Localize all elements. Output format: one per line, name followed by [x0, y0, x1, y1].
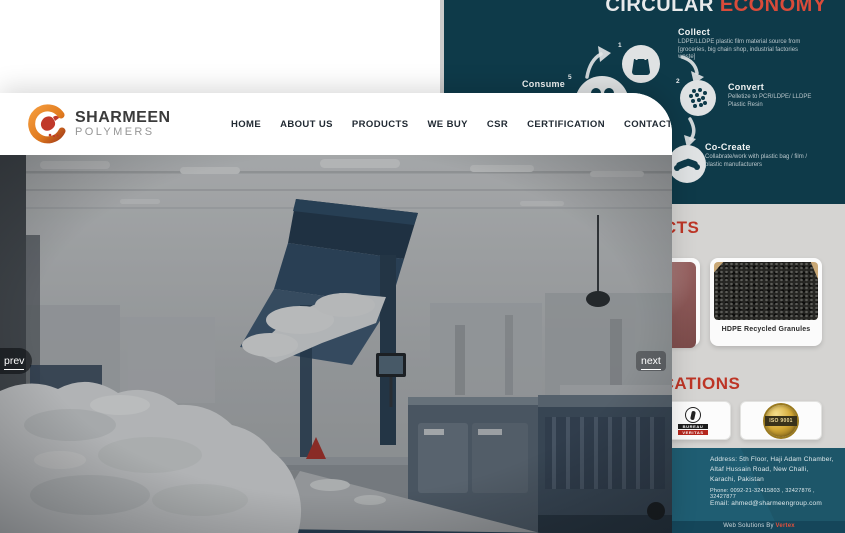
footer-address: Address: 5th Floor, Haji Adam Chamber, A…	[710, 455, 836, 485]
bv-line2: VERITAS	[678, 430, 708, 435]
step-cocreate-desc: Collabrate/work with plastic bag / film …	[705, 154, 813, 169]
bag-icon	[622, 45, 660, 83]
iso-9001-badge-icon: ISO 9001	[765, 405, 797, 437]
site-header: SHARMEEN POLYMERS HOME ABOUT US PRODUCTS…	[0, 93, 672, 155]
credit-brand-link[interactable]: Vertex	[776, 523, 795, 529]
hero-slider: METAL DETECTOR	[0, 155, 672, 533]
nav-certification[interactable]: CERTIFICATION	[527, 119, 605, 130]
pellets-icon	[680, 80, 716, 116]
bv-line1: BUREAU	[678, 424, 708, 429]
certification-card-iso-9001[interactable]: ISO 9001	[740, 401, 822, 440]
nav-csr[interactable]: CSR	[487, 119, 508, 130]
product-card-hdpe[interactable]: HDPE Recycled Granules	[710, 258, 822, 346]
footer-address-line3: Karachi, Pakistan	[710, 475, 836, 485]
brand-name: SHARMEEN	[75, 110, 171, 126]
bureau-veritas-badge-icon: BUREAU VERITAS	[678, 407, 708, 435]
step-cocreate: Co-Create Collabrate/work with plastic b…	[705, 142, 813, 169]
nav-contact-us[interactable]: CONTACT US	[624, 119, 672, 130]
step-convert-desc: Pelletize to PCR/LDPE/ LLDPE Plastic Res…	[728, 94, 820, 109]
step-consume-number: 5	[568, 74, 572, 81]
handshake-icon	[668, 145, 706, 183]
credit-line: Web Solutions By Vertex	[696, 523, 822, 529]
footer-address-line1: Address: 5th Floor, Haji Adam Chamber,	[710, 455, 836, 465]
brand-logo[interactable]: SHARMEEN POLYMERS	[26, 103, 171, 145]
product-image-hdpe-granules	[714, 262, 818, 320]
step-cocreate-name: Co-Create	[705, 142, 813, 152]
credit-prefix: Web Solutions By	[723, 523, 775, 529]
footer-address-line2: Altaf Hussain Road, New Challi,	[710, 465, 836, 475]
slider-prev-button[interactable]: prev	[0, 348, 32, 374]
step-convert: Convert Pelletize to PCR/LDPE/ LLDPE Pla…	[728, 82, 820, 109]
nav-about-us[interactable]: ABOUT US	[280, 119, 333, 130]
prev-label: prev	[4, 355, 24, 370]
step-collect-desc: LDPE/LLDPE plastic film material source …	[678, 39, 804, 62]
recycling-plant-photo: METAL DETECTOR	[0, 155, 672, 533]
sharmeen-logo-icon	[26, 103, 68, 145]
next-label: next	[641, 355, 661, 370]
nav-we-buy[interactable]: WE BUY	[427, 119, 467, 130]
main-nav: HOME ABOUT US PRODUCTS WE BUY CSR CERTIF…	[231, 93, 672, 155]
brand-wordmark: SHARMEEN POLYMERS	[75, 110, 171, 138]
main-card: SHARMEEN POLYMERS HOME ABOUT US PRODUCTS…	[0, 93, 672, 533]
nav-products[interactable]: PRODUCTS	[352, 119, 409, 130]
step-convert-name: Convert	[728, 82, 820, 92]
product-label: HDPE Recycled Granules	[714, 326, 818, 333]
brand-subname: POLYMERS	[75, 126, 171, 138]
iso-label: ISO 9001	[765, 416, 797, 426]
nav-home[interactable]: HOME	[231, 119, 261, 130]
page: CIRCULAR ECONOMY Consume 5	[0, 0, 845, 533]
footer-email[interactable]: Email: ahmed@sharmeengroup.com	[710, 499, 838, 509]
step-collect-name: Collect	[678, 27, 804, 37]
slider-next-button[interactable]: next	[636, 351, 666, 371]
step-collect: Collect LDPE/LLDPE plastic film material…	[678, 27, 804, 62]
step-consume-name: Consume	[522, 79, 565, 89]
